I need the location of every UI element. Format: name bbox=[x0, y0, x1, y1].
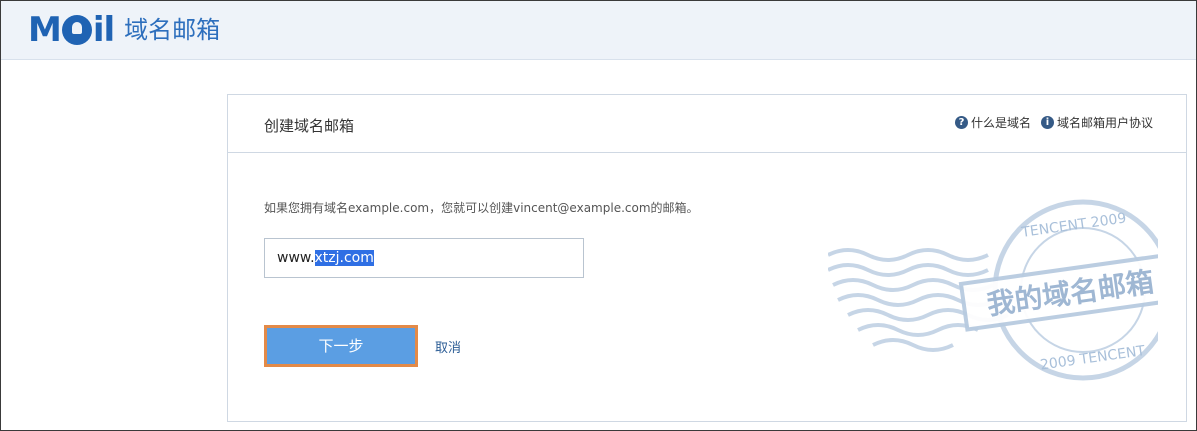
logo-text-left: M bbox=[28, 10, 62, 50]
cancel-link[interactable]: 取消 bbox=[435, 337, 461, 356]
postmark-stamp: 我的域名邮箱 TENCENT 2009 2009 TENCENT bbox=[828, 199, 1158, 381]
what-is-domain-link[interactable]: ? 什么是域名 bbox=[954, 114, 1031, 131]
next-step-button[interactable]: 下一步 bbox=[264, 325, 418, 367]
user-agreement-label: 域名邮箱用户协议 bbox=[1056, 116, 1153, 130]
bell-logo-icon bbox=[61, 15, 92, 45]
domain-input[interactable]: www.xtzj.com bbox=[264, 238, 584, 278]
panel-header: 创建域名邮箱 ? 什么是域名 i 域名邮箱用户协议 bbox=[228, 95, 1186, 153]
help-links: ? 什么是域名 i 域名邮箱用户协议 bbox=[945, 114, 1153, 131]
panel-title: 创建域名邮箱 bbox=[264, 117, 355, 135]
logo-subtitle: 域名邮箱 bbox=[124, 16, 221, 44]
info-icon: i bbox=[1040, 116, 1054, 129]
domain-input-prefix: www. bbox=[277, 250, 315, 266]
what-is-domain-label: 什么是域名 bbox=[970, 116, 1031, 130]
logo-text-right: il bbox=[92, 10, 115, 50]
question-icon: ? bbox=[954, 116, 968, 129]
top-header: M il 域名邮箱 bbox=[1, 1, 1196, 60]
stamp-ring-bottom: 2009 TENCENT bbox=[1039, 343, 1146, 374]
domain-input-selected: xtzj.com bbox=[314, 250, 374, 266]
mail-logo[interactable]: M il 域名邮箱 bbox=[28, 10, 220, 50]
user-agreement-link[interactable]: i 域名邮箱用户协议 bbox=[1040, 114, 1153, 131]
description-text: 如果您拥有域名example.com，您就可以创建vincent@example… bbox=[264, 201, 699, 215]
create-domain-mail-panel: 创建域名邮箱 ? 什么是域名 i 域名邮箱用户协议 如果您拥有域名example… bbox=[227, 94, 1187, 422]
